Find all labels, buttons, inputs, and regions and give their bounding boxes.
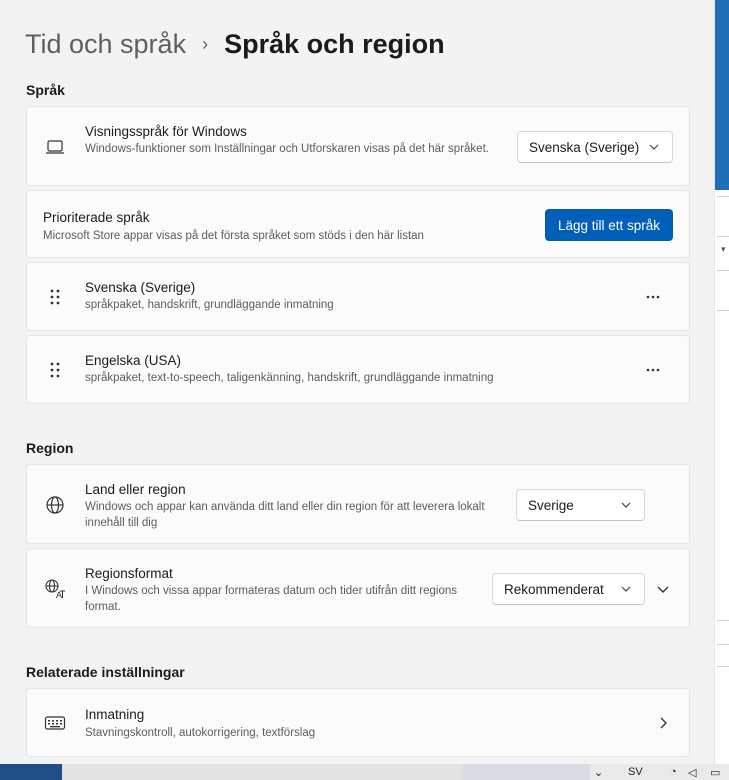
background-divider — [717, 236, 729, 237]
volume-icon[interactable]: ◁ — [688, 766, 696, 779]
preferred-languages-description: Microsoft Store appar visas på det först… — [43, 230, 424, 242]
display-language-description: Windows-funktioner som Inställningar och… — [85, 143, 489, 155]
language-item-english[interactable]: Engelska (USA) språkpaket, text-to-speec… — [26, 335, 690, 404]
more-options-icon[interactable] — [639, 356, 667, 384]
display-language-value: Svenska (Sverige) — [529, 139, 640, 155]
language-name: Svenska (Sverige) — [85, 280, 196, 295]
preferred-languages-title: Prioriterade språk — [43, 210, 150, 225]
section-title-language: Språk — [26, 82, 65, 98]
regional-format-icon: A — [43, 577, 67, 601]
background-divider — [717, 620, 729, 621]
display-language-dropdown[interactable]: Svenska (Sverige) — [517, 131, 673, 163]
section-title-related: Relaterade inställningar — [26, 664, 185, 680]
breadcrumb-parent-link[interactable]: Tid och språk — [25, 29, 186, 60]
language-name: Engelska (USA) — [85, 353, 182, 368]
regional-format-title: Regionsformat — [85, 566, 173, 581]
expand-chevron-icon[interactable] — [653, 579, 673, 599]
country-title: Land eller region — [85, 482, 186, 497]
globe-icon — [43, 493, 67, 517]
typing-title: Inmatning — [85, 707, 145, 722]
breadcrumb-chevron-icon: › — [202, 33, 209, 54]
regional-format-value: Rekommenderat — [504, 581, 604, 597]
language-indicator[interactable]: SV — [628, 766, 643, 778]
taskbar: ⌄ SV ◔ ◁ ▭ — [0, 764, 729, 780]
country-dropdown[interactable]: Sverige — [516, 489, 645, 521]
system-tray: ⌄ SV ◔ ◁ ▭ — [590, 764, 729, 780]
more-options-icon[interactable] — [639, 283, 667, 311]
drag-handle-icon[interactable] — [43, 358, 67, 382]
section-title-region: Region — [26, 440, 74, 456]
chevron-right-icon[interactable] — [653, 713, 673, 733]
typing-description: Stavningskontroll, autokorrigering, text… — [85, 727, 316, 739]
page-title: Språk och region — [224, 28, 445, 59]
display-language-title: Visningsspråk för Windows — [85, 124, 247, 139]
settings-page: Tid och språk › Språk och region Språk V… — [0, 0, 714, 764]
chevron-down-icon — [649, 144, 659, 150]
country-description: Windows och appar kan använda ditt land … — [85, 501, 485, 529]
background-window-titlebar — [715, 0, 729, 190]
country-value: Sverige — [528, 497, 574, 513]
language-item-swedish[interactable]: Svenska (Sverige) språkpaket, handskrift… — [26, 262, 690, 331]
taskbar-start-area[interactable] — [0, 764, 62, 780]
background-divider — [717, 666, 729, 667]
preferred-languages-card: Prioriterade språk Microsoft Store appar… — [26, 190, 690, 258]
chevron-down-icon — [621, 502, 631, 508]
background-divider — [717, 270, 729, 271]
add-language-button[interactable]: Lägg till ett språk — [544, 209, 673, 241]
background-window-edge: ▾ — [714, 0, 729, 780]
regional-format-description: I Windows och vissa appar formateras dat… — [85, 585, 458, 613]
background-divider — [717, 310, 729, 311]
breadcrumb: Tid och språk › Språk och region — [25, 26, 445, 62]
background-divider — [717, 196, 729, 197]
background-divider — [717, 644, 729, 645]
keyboard-icon — [43, 711, 67, 735]
battery-icon[interactable]: ▭ — [710, 766, 720, 779]
language-features: språkpaket, text-to-speech, taligenkänni… — [85, 372, 494, 384]
language-features: språkpaket, handskrift, grundläggande in… — [85, 299, 334, 311]
background-chevron-icon: ▾ — [721, 244, 726, 254]
taskbar-apps — [62, 764, 462, 780]
drag-handle-icon[interactable] — [43, 285, 67, 309]
chevron-down-icon — [621, 586, 631, 592]
regional-format-dropdown[interactable]: Rekommenderat — [492, 573, 645, 605]
country-card: Land eller region Windows och appar kan … — [26, 464, 690, 544]
tray-chevron-icon[interactable]: ⌄ — [594, 766, 603, 779]
network-icon[interactable]: ◔ — [670, 766, 677, 778]
laptop-icon — [43, 135, 67, 159]
typing-card[interactable]: Inmatning Stavningskontroll, autokorrige… — [26, 688, 690, 757]
display-language-card: Visningsspråk för Windows Windows-funkti… — [26, 106, 690, 186]
regional-format-card[interactable]: A Regionsformat I Windows och vissa appa… — [26, 548, 690, 628]
